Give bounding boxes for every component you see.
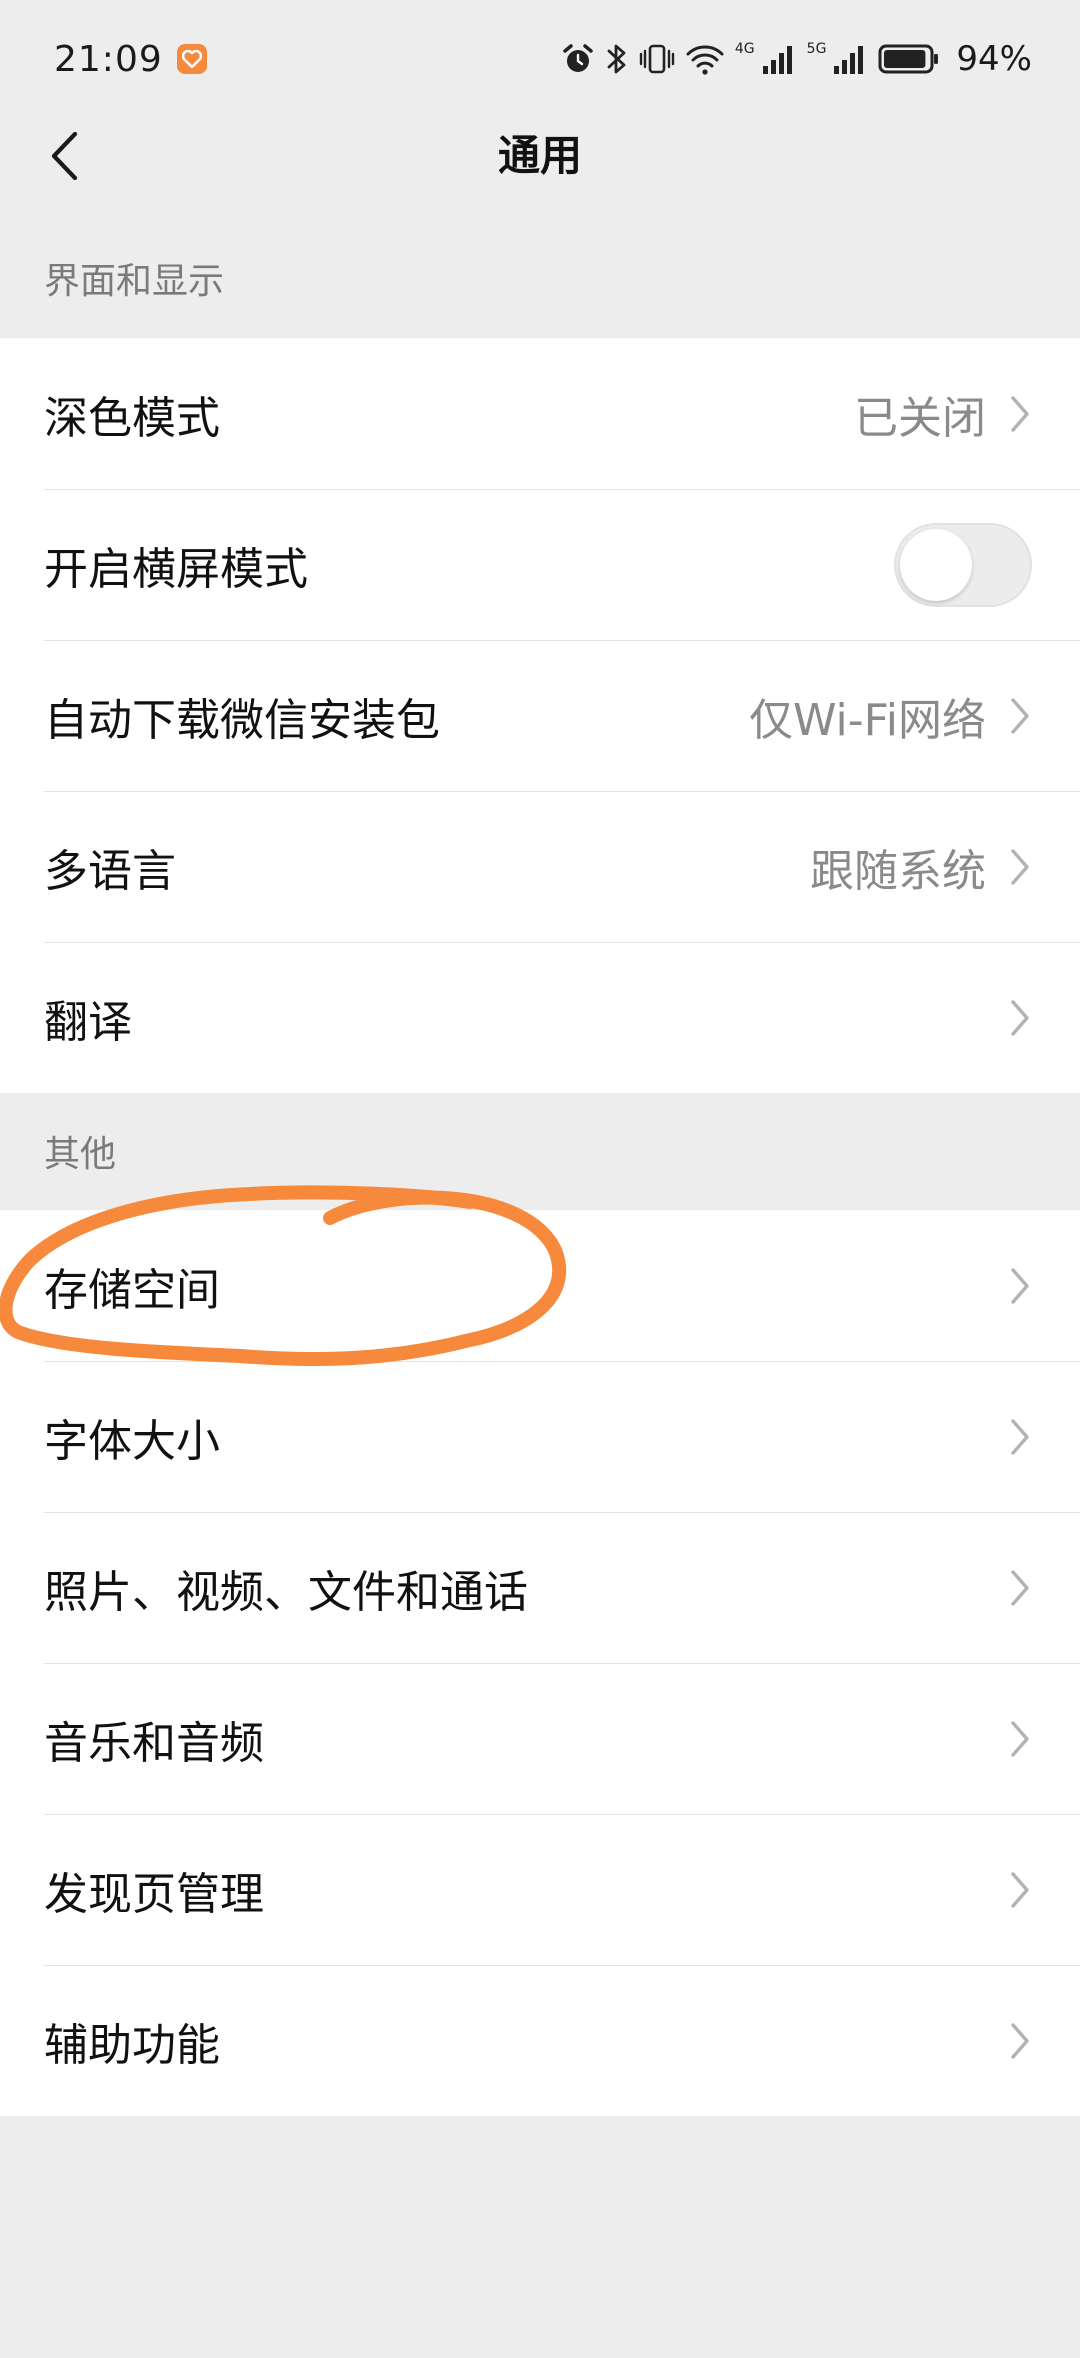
setting-value: 仅Wi-Fi网络: [749, 694, 986, 746]
battery-percentage: 94%: [956, 39, 1032, 79]
setting-label: 辅助功能: [44, 2019, 220, 2071]
setting-row-translate[interactable]: 翻译: [0, 942, 1080, 1093]
wifi-icon: [685, 42, 725, 76]
setting-row-music-audio[interactable]: 音乐和音频: [0, 1663, 1080, 1814]
settings-screen: 21:09 4G 5G 94% 通用 界面和显示 深色模式 已关闭 开启横屏模式…: [0, 0, 1080, 2358]
vibrate-icon: [639, 41, 675, 77]
signal-icon: [832, 42, 868, 76]
chevron-right-icon: [1008, 1265, 1032, 1307]
setting-label: 翻译: [44, 996, 132, 1048]
setting-label: 发现页管理: [44, 1868, 264, 1920]
setting-row-font-size[interactable]: 字体大小: [0, 1361, 1080, 1512]
setting-row-accessibility[interactable]: 辅助功能: [0, 1965, 1080, 2116]
section-header-other: 其他: [44, 1134, 117, 1175]
chevron-right-icon: [1008, 695, 1032, 737]
setting-label: 音乐和音频: [44, 1717, 264, 1769]
setting-label: 多语言: [44, 845, 176, 897]
settings-group-display: 深色模式 已关闭 开启横屏模式 自动下载微信安装包 仅Wi-Fi网络 多语言 跟…: [0, 338, 1080, 1093]
app-badge-icon: [176, 44, 207, 74]
setting-value: 跟随系统: [810, 845, 986, 897]
signal-icon: [761, 42, 797, 76]
chevron-right-icon: [1008, 1567, 1032, 1609]
chevron-right-icon: [1008, 2020, 1032, 2062]
section-header-display: 界面和显示: [44, 261, 225, 302]
battery-icon: [878, 42, 940, 76]
chevron-right-icon: [1008, 1869, 1032, 1911]
alarm-icon: [561, 42, 595, 76]
setting-label: 开启横屏模式: [44, 543, 308, 595]
setting-label: 深色模式: [44, 392, 220, 444]
status-left: 21:09: [54, 39, 207, 80]
setting-label: 字体大小: [44, 1415, 220, 1467]
toggle-knob: [900, 528, 972, 601]
bluetooth-icon: [605, 41, 629, 77]
setting-value: 已关闭: [854, 392, 986, 444]
landscape-mode-toggle[interactable]: [894, 522, 1032, 607]
setting-row-dark-mode[interactable]: 深色模式 已关闭: [0, 338, 1080, 489]
settings-group-other: 存储空间 字体大小 照片、视频、文件和通话 音乐和音频 发现页管理 辅助功能: [0, 1210, 1080, 2116]
chevron-right-icon: [1008, 846, 1032, 888]
network-type-5g: 5G: [806, 41, 827, 57]
setting-label: 自动下载微信安装包: [44, 694, 440, 746]
page-title: 通用: [497, 131, 582, 180]
setting-row-auto-download[interactable]: 自动下载微信安装包 仅Wi-Fi网络: [0, 640, 1080, 791]
setting-row-language[interactable]: 多语言 跟随系统: [0, 791, 1080, 942]
status-bar: 21:09 4G 5G 94%: [0, 0, 1080, 118]
setting-row-storage[interactable]: 存储空间: [0, 1210, 1080, 1361]
network-type-4g: 4G: [734, 41, 755, 57]
status-time: 21:09: [54, 38, 163, 80]
setting-row-media-calls[interactable]: 照片、视频、文件和通话: [0, 1512, 1080, 1663]
chevron-right-icon: [1008, 997, 1032, 1039]
chevron-right-icon: [1008, 393, 1032, 435]
setting-row-discover-manage[interactable]: 发现页管理: [0, 1814, 1080, 1965]
chevron-right-icon: [1008, 1416, 1032, 1458]
setting-label: 照片、视频、文件和通话: [44, 1566, 528, 1618]
setting-label: 存储空间: [44, 1264, 220, 1316]
status-right: 4G 5G 94%: [561, 39, 1032, 79]
nav-bar: 通用: [0, 118, 1080, 194]
chevron-right-icon: [1008, 1718, 1032, 1760]
setting-row-landscape-mode: 开启横屏模式: [0, 489, 1080, 640]
